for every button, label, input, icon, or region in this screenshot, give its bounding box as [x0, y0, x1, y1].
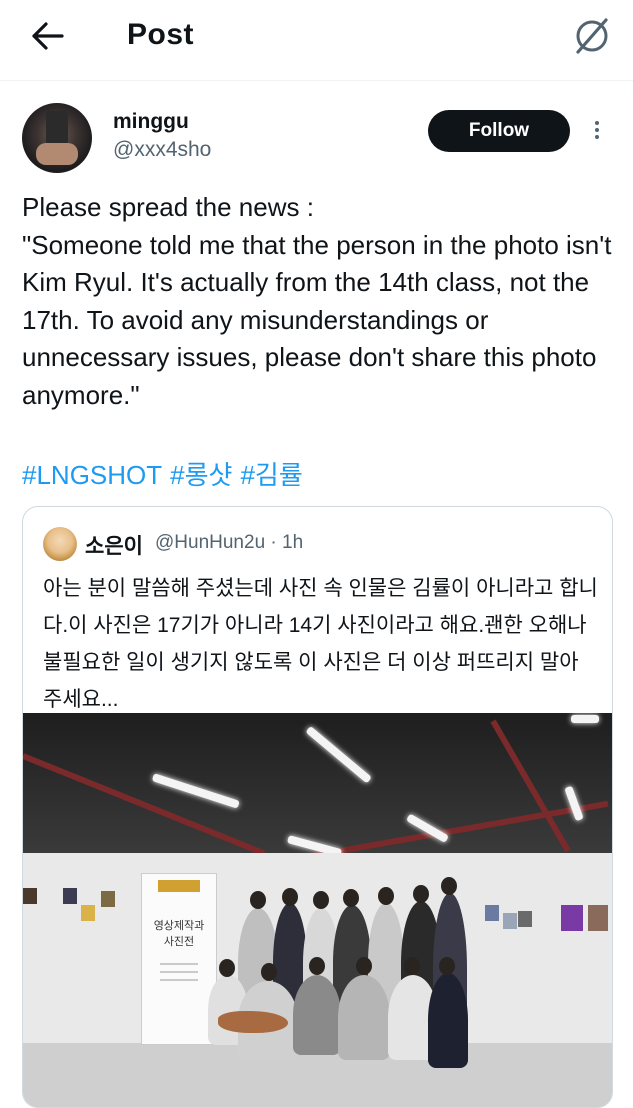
quoted-avatar[interactable]: [43, 527, 77, 561]
photo-frame: [503, 913, 517, 929]
photo-frame: [485, 905, 499, 921]
avatar[interactable]: [22, 103, 92, 173]
quoted-author-name: 소은이: [85, 535, 143, 558]
photo-guitar: [218, 1011, 288, 1033]
avatar-photo: [46, 111, 68, 145]
page-title: Post: [127, 18, 195, 51]
poster-title-line-1: 영상제작과 사진전: [154, 919, 205, 948]
quoted-author-handle: @HunHun2u · 1h: [155, 532, 303, 554]
photo-light: [571, 715, 599, 723]
photo-head: [404, 957, 420, 975]
hashtags: #LNGSHOT #롱샷 #김률: [22, 455, 311, 492]
author-handle[interactable]: @xxx4sho: [113, 138, 211, 162]
photo-person: [428, 973, 468, 1068]
photo-head: [413, 885, 429, 903]
hashtag-link[interactable]: #김률: [240, 460, 302, 490]
photo-head: [282, 888, 298, 906]
hashtag-link[interactable]: #LNGSHOT: [22, 460, 162, 490]
photo-frame: [101, 891, 115, 907]
event-poster: 영상제작과 사진전: [141, 873, 217, 1045]
hashtag-link[interactable]: #롱샷: [170, 460, 232, 490]
quoted-photo[interactable]: 영상제작과 사진전: [23, 713, 612, 1107]
photo-head: [313, 891, 329, 909]
avatar-detail: [36, 143, 78, 165]
photo-frame: [23, 888, 37, 904]
top-bar: Post: [0, 0, 633, 81]
photo-head: [378, 887, 394, 905]
photo-frame: [63, 888, 77, 904]
photo-head: [250, 891, 266, 909]
photo-frame: [81, 905, 95, 921]
photo-frame: [588, 905, 608, 931]
grok-icon[interactable]: [568, 12, 616, 60]
quoted-tweet-text: 아는 분이 말씀해 주셨는데 사진 속 인물은 김률이 아니라고 합니다.이 사…: [43, 577, 598, 711]
more-options-icon[interactable]: [587, 118, 607, 146]
author-name[interactable]: minggu: [113, 110, 189, 134]
follow-button[interactable]: Follow: [428, 110, 570, 152]
photo-person: [293, 975, 341, 1055]
back-arrow-icon[interactable]: [30, 20, 70, 52]
photo-frame: [561, 905, 583, 931]
photo-head: [343, 889, 359, 907]
photo-head: [219, 959, 235, 977]
photo-head: [309, 957, 325, 975]
quoted-tweet[interactable]: 소은이 @HunHun2u · 1h 아는 분이 말씀해 주셨는데 사진 속 인…: [22, 506, 613, 1108]
photo-head: [441, 877, 457, 895]
photo-frame: [518, 911, 532, 927]
photo-head: [356, 957, 372, 975]
photo-head: [261, 963, 277, 981]
photo-head: [439, 957, 455, 975]
tweet-text: Please spread the news : "Someone told m…: [22, 192, 612, 410]
quoted-timestamp: · 1h: [270, 532, 304, 553]
quoted-handle: @HunHun2u: [155, 532, 266, 553]
photo-person: [338, 975, 390, 1060]
